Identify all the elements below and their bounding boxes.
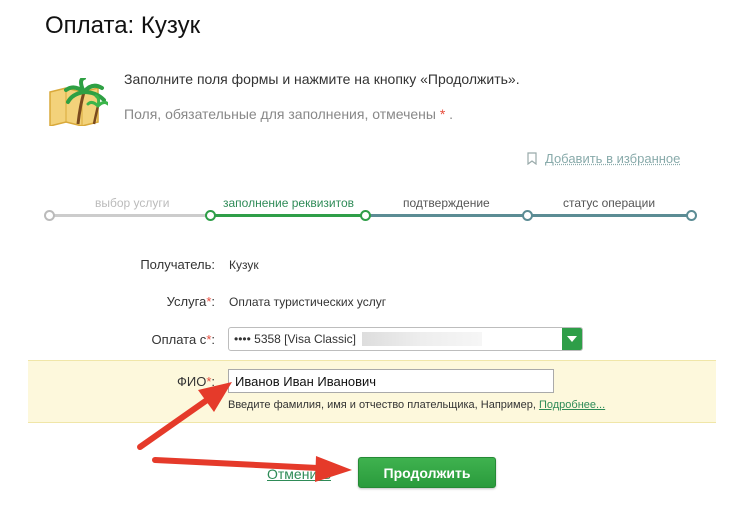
- step-operation-status: статус операции: [563, 196, 656, 210]
- step-node-2: [205, 210, 216, 221]
- recipient-value: Кузук: [229, 258, 259, 272]
- pay-from-label: Оплата с*:: [151, 332, 215, 347]
- payment-card-select[interactable]: •••• 5358 [Visa Classic]: [228, 327, 583, 351]
- add-to-favorites-label[interactable]: Добавить в избранное: [545, 151, 680, 166]
- progress-track-done: [50, 214, 211, 217]
- service-label: Услуга*:: [166, 294, 215, 309]
- required-fields-note: Поля, обязательные для заполнения, отмеч…: [124, 106, 453, 122]
- page-title: Оплата: Кузук: [45, 12, 201, 39]
- step-node-4: [522, 210, 533, 221]
- fio-label: ФИО*:: [176, 374, 215, 389]
- step-node-3: [360, 210, 371, 221]
- bookmark-icon: [527, 152, 537, 165]
- selected-card: •••• 5358 [Visa Classic]: [234, 332, 356, 346]
- service-value: Оплата туристических услуг: [229, 295, 387, 309]
- instruction-text: Заполните поля формы и нажмите на кнопку…: [124, 71, 520, 87]
- palm-tree-logo: [49, 78, 108, 126]
- progress-steps: выбор услуги заполнение реквизитов подтв…: [44, 196, 700, 222]
- continue-button[interactable]: Продолжить: [358, 457, 496, 488]
- required-star: *: [439, 106, 446, 122]
- fio-input[interactable]: [228, 369, 554, 393]
- fio-hint: Введите фамилия, имя и отчество плательщ…: [228, 399, 605, 411]
- progress-track-active: [211, 214, 366, 217]
- step-node-5: [686, 210, 697, 221]
- required-note-end: .: [449, 106, 454, 122]
- fio-hint-text: Введите фамилия, имя и отчество плательщ…: [228, 399, 536, 411]
- step-node-1: [44, 210, 55, 221]
- recipient-label: Получатель:: [140, 257, 215, 272]
- fio-more-link[interactable]: Подробнее...: [539, 399, 605, 411]
- masked-balance: [361, 332, 482, 346]
- step-fill-details: заполнение реквизитов: [223, 196, 355, 210]
- required-note-text: Поля, обязательные для заполнения, отмеч…: [124, 106, 436, 122]
- chevron-down-icon[interactable]: [562, 328, 582, 350]
- cancel-link[interactable]: Отменить: [267, 466, 331, 482]
- step-select-service: выбор услуги: [95, 196, 170, 210]
- add-to-favorites-link[interactable]: Добавить в избранное: [527, 151, 680, 166]
- step-confirmation: подтверждение: [403, 196, 490, 210]
